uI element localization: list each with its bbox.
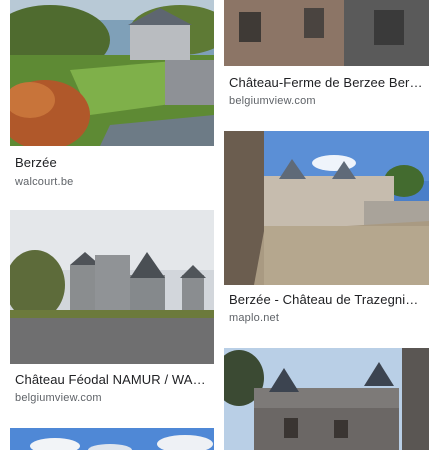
image-result-card[interactable] [10, 428, 214, 450]
result-title[interactable]: Berzée - Château de Trazegni… [229, 292, 425, 307]
result-title[interactable]: Berzée [15, 155, 210, 170]
image-thumbnail[interactable] [224, 131, 429, 285]
image-result-card[interactable]: Château-Ferme de Berzee Ber… belgiumview… [224, 0, 429, 112]
image-thumbnail[interactable] [224, 0, 429, 66]
result-title[interactable]: Château Féodal NAMUR / WA… [15, 372, 210, 387]
result-source[interactable]: maplo.net [229, 312, 279, 324]
image-result-card[interactable]: Berzée walcourt.be [10, 0, 214, 196]
result-source[interactable]: belgiumview.com [229, 95, 316, 107]
image-result-card[interactable]: Château Féodal NAMUR / WA… belgiumview.c… [10, 210, 214, 410]
image-thumbnail[interactable] [224, 348, 429, 450]
image-result-card[interactable] [224, 348, 429, 450]
image-result-card[interactable]: Berzée - Château de Trazegni… maplo.net [224, 131, 429, 331]
result-source[interactable]: belgiumview.com [15, 392, 102, 404]
image-thumbnail[interactable] [10, 428, 214, 450]
image-thumbnail[interactable] [10, 210, 214, 364]
image-thumbnail[interactable] [10, 0, 214, 146]
result-title[interactable]: Château-Ferme de Berzee Ber… [229, 75, 425, 90]
result-source[interactable]: walcourt.be [15, 176, 73, 188]
